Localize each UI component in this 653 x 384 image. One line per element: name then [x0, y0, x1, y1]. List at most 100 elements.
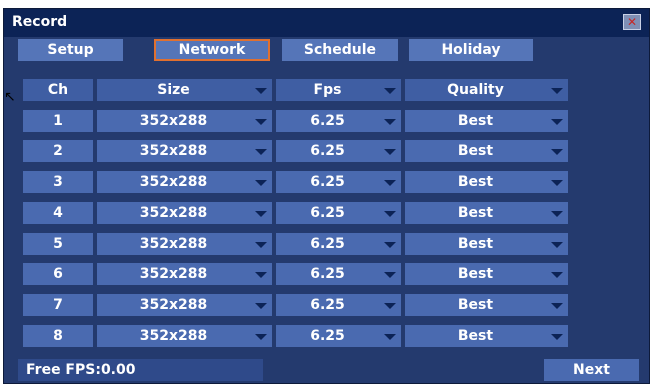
- row-8-size[interactable]: 352x288: [97, 325, 272, 347]
- row-3-quality-text: Best: [457, 174, 494, 190]
- row-3-size-text: 352x288: [139, 174, 208, 190]
- chevron-down-icon: [255, 211, 267, 217]
- row-3-quality[interactable]: Best: [405, 171, 568, 193]
- row-6-fps[interactable]: 6.25: [276, 263, 401, 285]
- row-1-fps[interactable]: 6.25: [276, 110, 401, 132]
- row-8-quality[interactable]: Best: [405, 325, 568, 347]
- row-2-ch: 2: [23, 140, 93, 162]
- close-icon[interactable]: ✕: [623, 14, 641, 30]
- chevron-down-icon: [384, 272, 396, 278]
- row-4-ch-text: 4: [53, 205, 63, 221]
- row-2-quality[interactable]: Best: [405, 140, 568, 162]
- row-8-ch: 8: [23, 325, 93, 347]
- row-3-fps-text: 6.25: [310, 174, 345, 190]
- tab-network[interactable]: Network: [154, 39, 270, 61]
- row-5-fps-text: 6.25: [310, 236, 345, 252]
- header-quality-text: Quality: [447, 82, 504, 98]
- row-1-quality-text: Best: [457, 113, 494, 129]
- header-quality[interactable]: Quality: [405, 79, 568, 101]
- chevron-down-icon: [551, 119, 563, 125]
- row-8-size-text: 352x288: [139, 328, 208, 344]
- chevron-down-icon: [255, 88, 267, 94]
- row-8-quality-text: Best: [457, 328, 494, 344]
- row-2-quality-text: Best: [457, 143, 494, 159]
- row-3-ch: 3: [23, 171, 93, 193]
- tab-schedule[interactable]: Schedule: [282, 39, 398, 61]
- row-5-quality-text: Best: [457, 236, 494, 252]
- row-1-fps-text: 6.25: [310, 113, 345, 129]
- chevron-down-icon: [551, 334, 563, 340]
- chevron-down-icon: [551, 303, 563, 309]
- row-6-ch-text: 6: [53, 266, 63, 282]
- row-2-ch-text: 2: [53, 143, 63, 159]
- chevron-down-icon: [384, 242, 396, 248]
- chevron-down-icon: [384, 180, 396, 186]
- chevron-down-icon: [255, 119, 267, 125]
- header-fps-text: Fps: [313, 82, 342, 98]
- row-4-ch: 4: [23, 202, 93, 224]
- chevron-down-icon: [551, 211, 563, 217]
- chevron-down-icon: [551, 242, 563, 248]
- row-7-ch: 7: [23, 294, 93, 316]
- tab-setup[interactable]: Setup: [18, 39, 123, 61]
- row-7-fps[interactable]: 6.25: [276, 294, 401, 316]
- row-4-size-text: 352x288: [139, 205, 208, 221]
- row-3-ch-text: 3: [53, 174, 63, 190]
- row-5-size[interactable]: 352x288: [97, 233, 272, 255]
- row-5-size-text: 352x288: [139, 236, 208, 252]
- chevron-down-icon: [384, 303, 396, 309]
- row-2-fps[interactable]: 6.25: [276, 140, 401, 162]
- chevron-down-icon: [255, 242, 267, 248]
- header-size-text: Size: [157, 82, 190, 98]
- row-5-ch: 5: [23, 233, 93, 255]
- row-5-fps[interactable]: 6.25: [276, 233, 401, 255]
- row-4-quality-text: Best: [457, 205, 494, 221]
- chevron-down-icon: [384, 88, 396, 94]
- chevron-down-icon: [551, 180, 563, 186]
- window-title: Record: [12, 14, 68, 30]
- row-7-size[interactable]: 352x288: [97, 294, 272, 316]
- next-button[interactable]: Next: [544, 359, 639, 381]
- row-7-quality[interactable]: Best: [405, 294, 568, 316]
- row-3-size[interactable]: 352x288: [97, 171, 272, 193]
- tab-holiday[interactable]: Holiday: [409, 39, 533, 61]
- row-6-fps-text: 6.25: [310, 266, 345, 282]
- chevron-down-icon: [255, 149, 267, 155]
- row-5-quality[interactable]: Best: [405, 233, 568, 255]
- record-window: Record ✕ Setup Network Schedule Holiday …: [3, 8, 650, 384]
- header-fps[interactable]: Fps: [276, 79, 401, 101]
- row-6-size[interactable]: 352x288: [97, 263, 272, 285]
- row-1-size[interactable]: 352x288: [97, 110, 272, 132]
- row-7-quality-text: Best: [457, 297, 494, 313]
- header-ch: Ch: [23, 79, 93, 101]
- chevron-down-icon: [384, 211, 396, 217]
- chevron-down-icon: [551, 88, 563, 94]
- row-6-quality-text: Best: [457, 266, 494, 282]
- row-4-size[interactable]: 352x288: [97, 202, 272, 224]
- row-8-fps[interactable]: 6.25: [276, 325, 401, 347]
- chevron-down-icon: [384, 119, 396, 125]
- row-6-size-text: 352x288: [139, 266, 208, 282]
- row-8-ch-text: 8: [53, 328, 63, 344]
- mouse-cursor-icon: ↖: [4, 89, 16, 105]
- chevron-down-icon: [551, 272, 563, 278]
- row-4-fps-text: 6.25: [310, 205, 345, 221]
- title-bar: Record ✕: [4, 9, 649, 37]
- row-2-fps-text: 6.25: [310, 143, 345, 159]
- chevron-down-icon: [255, 334, 267, 340]
- row-3-fps[interactable]: 6.25: [276, 171, 401, 193]
- row-1-size-text: 352x288: [139, 113, 208, 129]
- row-1-ch: 1: [23, 110, 93, 132]
- row-7-size-text: 352x288: [139, 297, 208, 313]
- row-1-ch-text: 1: [53, 113, 63, 129]
- row-1-quality[interactable]: Best: [405, 110, 568, 132]
- chevron-down-icon: [384, 149, 396, 155]
- row-2-size[interactable]: 352x288: [97, 140, 272, 162]
- header-ch-text: Ch: [47, 82, 69, 98]
- header-size[interactable]: Size: [97, 79, 272, 101]
- row-4-quality[interactable]: Best: [405, 202, 568, 224]
- chevron-down-icon: [255, 303, 267, 309]
- chevron-down-icon: [255, 180, 267, 186]
- row-4-fps[interactable]: 6.25: [276, 202, 401, 224]
- row-6-quality[interactable]: Best: [405, 263, 568, 285]
